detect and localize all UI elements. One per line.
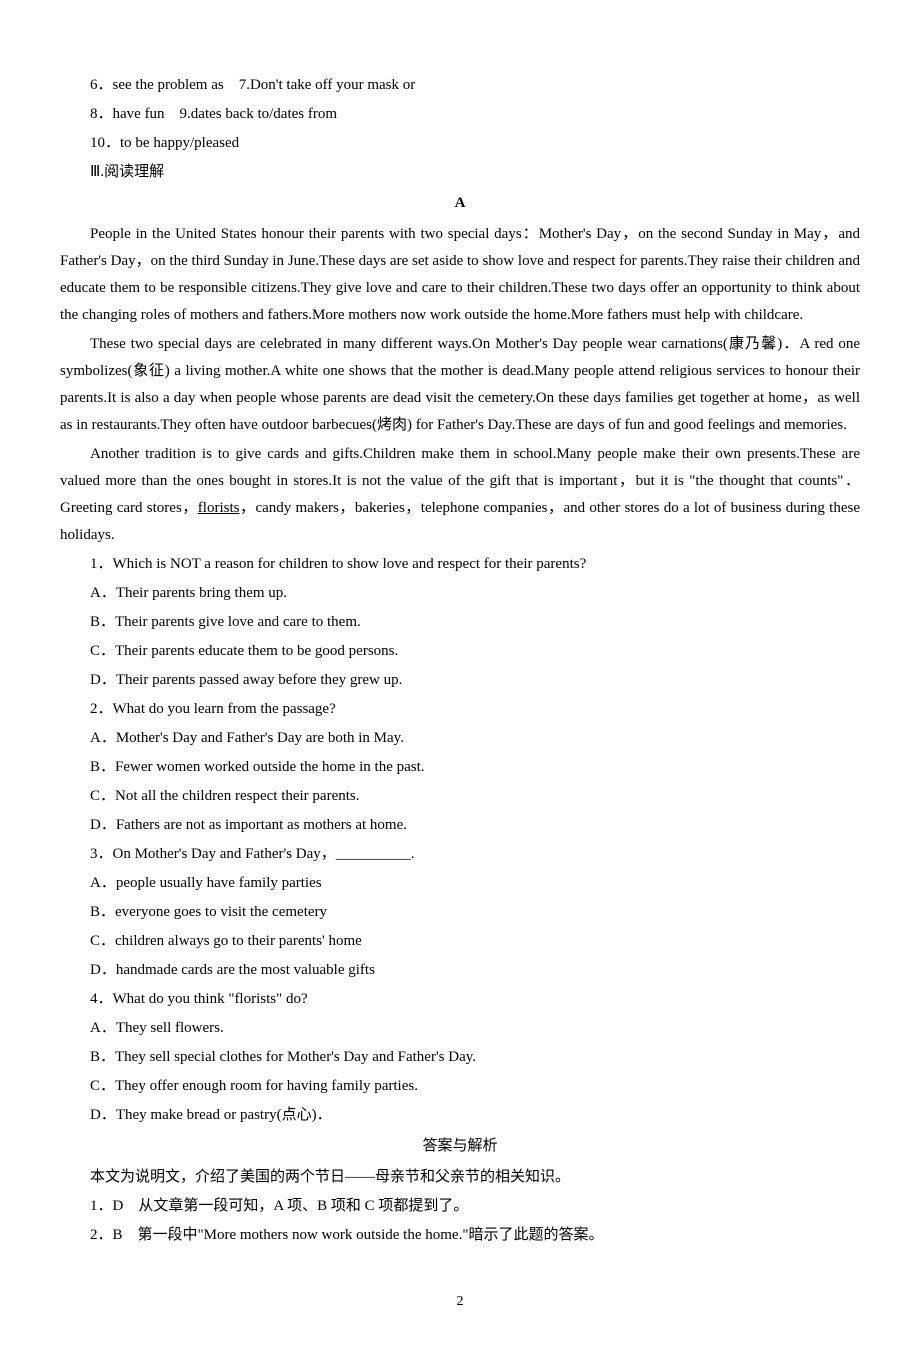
q1-option-b: B．Their parents give love and care to th… [60, 609, 860, 636]
question-2: 2．What do you learn from the passage? [60, 696, 860, 723]
q4-option-a: A．They sell flowers. [60, 1015, 860, 1042]
answers-intro: 本文为说明文，介绍了美国的两个节日——母亲节和父亲节的相关知识。 [60, 1164, 860, 1191]
q3-option-b: B．everyone goes to visit the cemetery [60, 899, 860, 926]
q4-option-b: B．They sell special clothes for Mother's… [60, 1044, 860, 1071]
passage-paragraph-1: People in the United States honour their… [60, 221, 860, 329]
answers-title: 答案与解析 [60, 1133, 860, 1160]
passage-label: A [60, 190, 860, 217]
q2-option-b: B．Fewer women worked outside the home in… [60, 754, 860, 781]
q3-option-a: A．people usually have family parties [60, 870, 860, 897]
answer-explanation-1: 1．D 从文章第一段可知，A 项、B 项和 C 项都提到了。 [60, 1193, 860, 1220]
q1-option-c: C．Their parents educate them to be good … [60, 638, 860, 665]
q2-option-a: A．Mother's Day and Father's Day are both… [60, 725, 860, 752]
question-4: 4．What do you think "florists" do? [60, 986, 860, 1013]
answer-key-line-6-7: 6．see the problem as 7.Don't take off yo… [60, 72, 860, 99]
question-3: 3．On Mother's Day and Father's Day，_____… [60, 841, 860, 868]
section-3-heading: Ⅲ.阅读理解 [60, 159, 860, 186]
answer-explanation-2: 2．B 第一段中"More mothers now work outside t… [60, 1222, 860, 1249]
answer-key-line-8-9: 8．have fun 9.dates back to/dates from [60, 101, 860, 128]
q1-option-a: A．Their parents bring them up. [60, 580, 860, 607]
q3-option-c: C．children always go to their parents' h… [60, 928, 860, 955]
passage-paragraph-3: Another tradition is to give cards and g… [60, 441, 860, 549]
q4-option-d: D．They make bread or pastry(点心)． [60, 1102, 860, 1129]
q4-option-c: C．They offer enough room for having fami… [60, 1073, 860, 1100]
q1-option-d: D．Their parents passed away before they … [60, 667, 860, 694]
q3-option-d: D．hand­made cards are the most valuable … [60, 957, 860, 984]
answer-key-line-10: 10．to be happy/pleased [60, 130, 860, 157]
q2-option-d: D．Fathers are not as important as mother… [60, 812, 860, 839]
underlined-word-florists: florists [198, 500, 240, 516]
q2-option-c: C．Not all the children respect their par… [60, 783, 860, 810]
question-1: 1．Which is NOT a reason for children to … [60, 551, 860, 578]
passage-paragraph-2: These two special days are celebrated in… [60, 331, 860, 439]
